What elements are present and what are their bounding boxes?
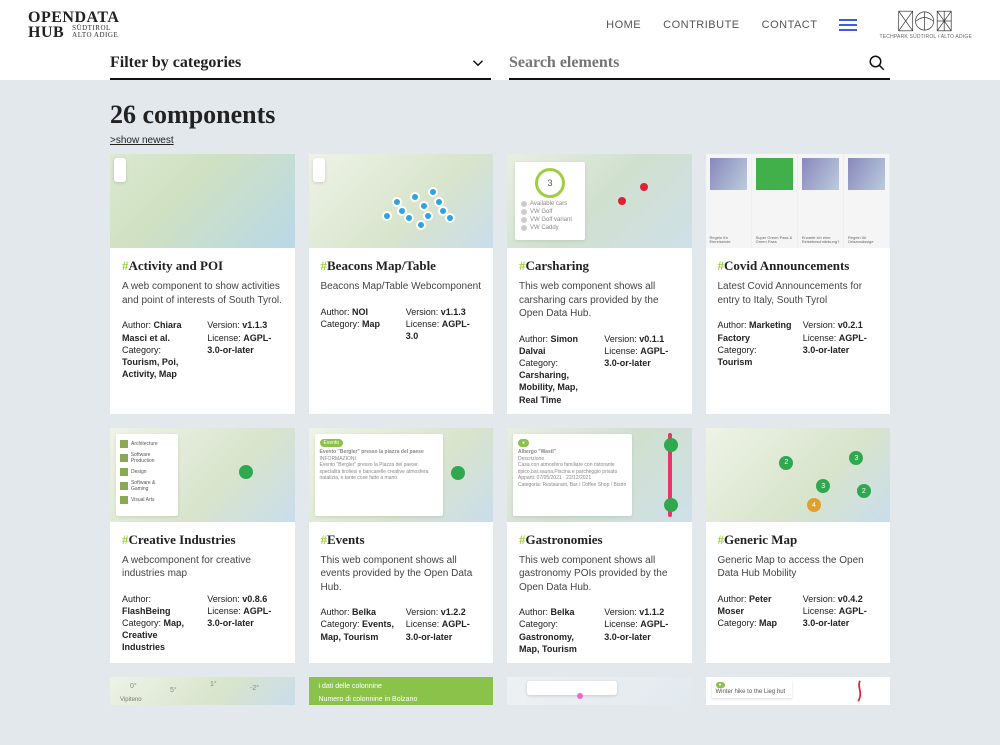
- card-thumbnail: Regeln für Einreisende Super Green Pass …: [706, 154, 891, 248]
- nav-contact[interactable]: CONTACT: [762, 19, 818, 31]
- card-description: A web component to show activities and p…: [122, 280, 283, 307]
- card-description: This web component shows all gastronomy …: [519, 554, 680, 595]
- results-count: 26 components: [110, 100, 890, 130]
- card-title: #Events: [321, 532, 482, 548]
- card-thumbnail: [309, 154, 494, 248]
- card-events[interactable]: Evento Evento "Bergler" presso la piazza…: [309, 428, 494, 663]
- card-partial-1[interactable]: 0° 5° 1° -2° Vipiteno: [110, 677, 295, 705]
- search-field[interactable]: [509, 46, 890, 80]
- logo-line-1: OPENDATA: [28, 10, 119, 25]
- card-meta: Author: BelkaCategory: Events, Map, Tour…: [321, 606, 482, 642]
- card-covid[interactable]: Regeln für Einreisende Super Green Pass …: [706, 154, 891, 413]
- noi-logo-icon: [898, 10, 954, 32]
- card-carsharing[interactable]: 3 Available cars VW Golf VW Golf variant…: [507, 154, 692, 413]
- card-title: #Gastronomies: [519, 532, 680, 548]
- search-input[interactable]: [509, 54, 868, 72]
- card-title: #Beacons Map/Table: [321, 258, 482, 274]
- card-description: This web component shows all events prov…: [321, 554, 482, 595]
- card-gastronomies[interactable]: ● Albergo "Wastl" DescrizioneCasa con at…: [507, 428, 692, 663]
- card-partial-3[interactable]: [507, 677, 692, 705]
- card-thumbnail: 0° 5° 1° -2° Vipiteno: [110, 677, 295, 705]
- card-thumbnail: ●Winter hike to the Lieg hut: [706, 677, 891, 705]
- card-partial-2[interactable]: i dati delle colonnine Numero di colonni…: [309, 677, 494, 705]
- info-panel: Evento Evento "Bergler" presso la piazza…: [315, 434, 444, 516]
- card-generic-map[interactable]: 2 3 3 2 4 #Generic Map Generic Map to ac…: [706, 428, 891, 663]
- card-title: #Carsharing: [519, 258, 680, 274]
- card-creative-industries[interactable]: ArchitectureSoftware ProductionDesignSof…: [110, 428, 295, 663]
- card-description: Latest Covid Announcements for entry to …: [718, 280, 879, 307]
- partner-caption: TECHPARK SÜDTIROL / ALTO ADIGE: [879, 34, 972, 40]
- logo-line-2: HUB: [28, 25, 64, 40]
- card-activity-poi[interactable]: #Activity and POI A web component to sho…: [110, 154, 295, 413]
- info-panel: ●Winter hike to the Lieg hut: [712, 680, 792, 698]
- card-title: #Generic Map: [718, 532, 879, 548]
- card-description: A webcomponent for creative industries m…: [122, 554, 283, 581]
- card-description: Generic Map to access the Open Data Hub …: [718, 554, 879, 581]
- legend-panel: ArchitectureSoftware ProductionDesignSof…: [116, 434, 178, 516]
- card-thumbnail: 2 3 3 2 4: [706, 428, 891, 522]
- card-meta: Author: FlashBeingCategory: Map, Creativ…: [122, 593, 283, 654]
- category-filter-label: Filter by categories: [110, 54, 241, 72]
- card-grid: #Activity and POI A web component to sho…: [110, 154, 890, 704]
- card-beacons[interactable]: #Beacons Map/Table Beacons Map/Table Web…: [309, 154, 494, 413]
- card-thumbnail: i dati delle colonnine Numero di colonni…: [309, 677, 494, 705]
- card-thumbnail: ArchitectureSoftware ProductionDesignSof…: [110, 428, 295, 522]
- card-thumbnail: [507, 677, 692, 705]
- card-thumbnail: [110, 154, 295, 248]
- search-icon[interactable]: [868, 54, 886, 72]
- filter-row: Filter by categories: [0, 46, 1000, 80]
- show-newest-link[interactable]: >show newest: [110, 135, 174, 146]
- nav-home[interactable]: HOME: [606, 19, 641, 31]
- card-partial-4[interactable]: ●Winter hike to the Lieg hut: [706, 677, 891, 705]
- card-meta: Author: Peter MoserCategory: Map Version…: [718, 593, 879, 629]
- gauge-icon: 3 Available cars VW Golf VW Golf variant…: [515, 162, 585, 240]
- logo-subtitle: SÜDTIROLALTO ADIGE: [72, 25, 118, 39]
- category-filter[interactable]: Filter by categories: [110, 46, 491, 80]
- card-title: #Activity and POI: [122, 258, 283, 274]
- info-panel: ● Albergo "Wastl" DescrizioneCasa con at…: [513, 434, 632, 516]
- card-thumbnail: ● Albergo "Wastl" DescrizioneCasa con at…: [507, 428, 692, 522]
- card-title: #Creative Industries: [122, 532, 283, 548]
- card-meta: Author: Simon DalvaiCategory: Carsharing…: [519, 333, 680, 406]
- card-thumbnail: Evento Evento "Bergler" presso la piazza…: [309, 428, 494, 522]
- partner-logo: TECHPARK SÜDTIROL / ALTO ADIGE: [879, 10, 972, 40]
- nav-contribute[interactable]: CONTRIBUTE: [663, 19, 740, 31]
- site-logo[interactable]: OPENDATA HUB SÜDTIROLALTO ADIGE: [28, 10, 119, 40]
- results-area: 26 components >show newest #Activity and…: [0, 80, 1000, 744]
- card-meta: Author: BelkaCategory: Gastronomy, Map, …: [519, 606, 680, 655]
- card-description: This web component shows all carsharing …: [519, 280, 680, 321]
- top-bar: OPENDATA HUB SÜDTIROLALTO ADIGE HOME CON…: [0, 0, 1000, 46]
- card-title: #Covid Announcements: [718, 258, 879, 274]
- card-meta: Author: Marketing FactoryCategory: Touri…: [718, 319, 879, 368]
- card-thumbnail: 3 Available cars VW Golf VW Golf variant…: [507, 154, 692, 248]
- chevron-down-icon: [469, 54, 487, 72]
- card-description: Beacons Map/Table Webcomponent: [321, 280, 482, 294]
- card-meta: Author: Chiara Masci et al.Category: Tou…: [122, 319, 283, 380]
- card-meta: Author: NOICategory: Map Version: v1.1.3…: [321, 306, 482, 342]
- menu-icon[interactable]: [839, 19, 857, 31]
- main-nav: HOME CONTRIBUTE CONTACT TECHPARK SÜDTIRO…: [606, 10, 972, 40]
